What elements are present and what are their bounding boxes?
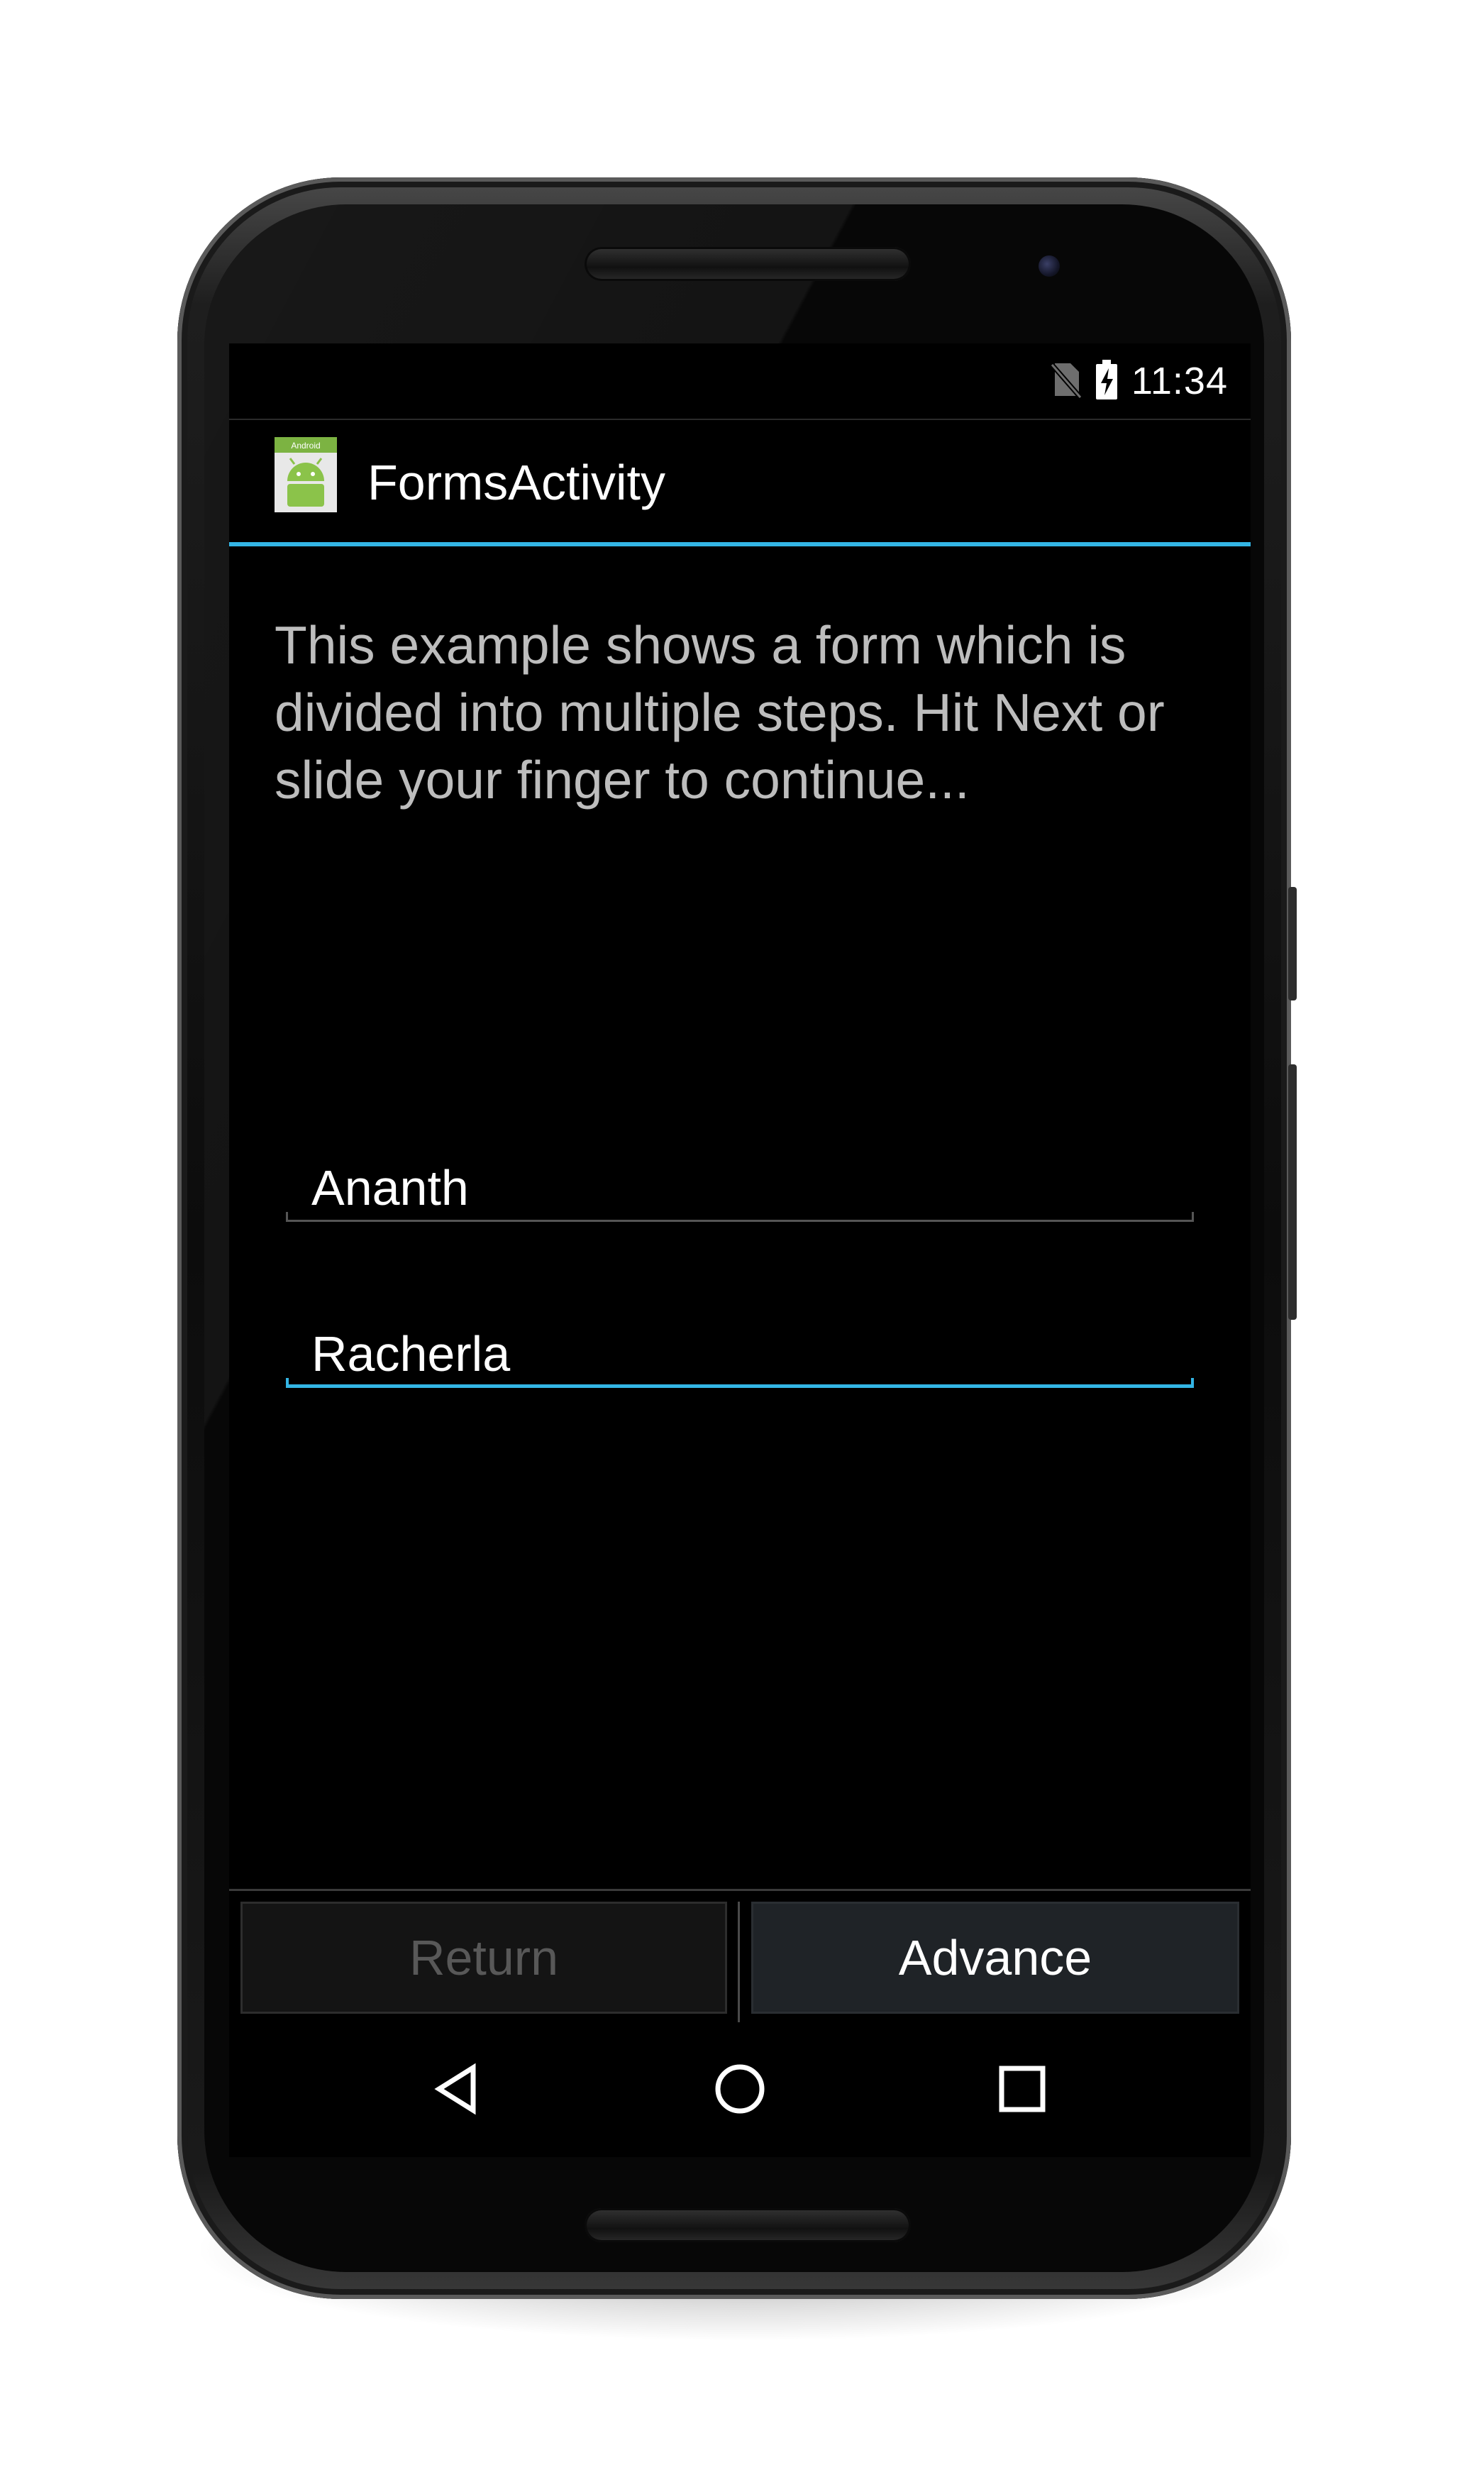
home-icon[interactable]	[704, 2053, 775, 2124]
status-bar: 11:34	[229, 343, 1251, 420]
phone-screen: 11:34 Android FormsActivity This example…	[229, 343, 1251, 2157]
last-name-field[interactable]: Racherla	[286, 1317, 1194, 1388]
page-title: FormsActivity	[367, 455, 665, 510]
top-speaker	[585, 247, 911, 281]
status-icons: 11:34	[1049, 356, 1228, 406]
button-separator	[738, 1902, 740, 2022]
svg-text:Android: Android	[291, 441, 320, 451]
advance-button[interactable]: Advance	[751, 1902, 1239, 2014]
action-bar: Android FormsActivity	[229, 420, 1251, 546]
power-button	[1288, 887, 1297, 1000]
bottom-speaker	[585, 2208, 911, 2242]
status-clock: 11:34	[1131, 360, 1228, 402]
no-sim-icon	[1049, 360, 1082, 402]
battery-charging-icon	[1095, 359, 1119, 403]
first-name-field[interactable]: Ananth	[286, 1151, 1194, 1222]
field-underline-focused	[286, 1378, 1194, 1388]
field-underline	[286, 1212, 1194, 1222]
recents-icon[interactable]	[987, 2053, 1058, 2124]
return-button[interactable]: Return	[240, 1902, 727, 2014]
first-name-value: Ananth	[311, 1160, 469, 1215]
android-app-icon[interactable]: Android	[275, 437, 337, 512]
button-bar-divider	[229, 1889, 1251, 1891]
front-camera	[1039, 255, 1060, 277]
last-name-value: Racherla	[311, 1326, 511, 1382]
back-icon[interactable]	[422, 2053, 493, 2124]
volume-button	[1288, 1064, 1297, 1320]
navigation-bar	[229, 2025, 1251, 2157]
intro-text: This example shows a form which is divid…	[275, 615, 1165, 810]
